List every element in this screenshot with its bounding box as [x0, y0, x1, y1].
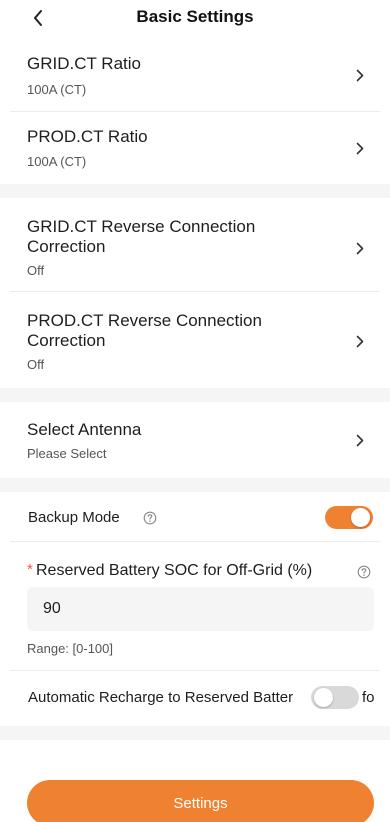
required-mark: *: [27, 561, 33, 578]
auto-recharge-label: Automatic Recharge to Reserved Batter: [28, 689, 294, 706]
grid-ct-reverse-correction-row[interactable]: GRID.CT Reverse Connection Correction Of…: [0, 198, 390, 292]
prod-ct-ratio-value: 100A (CT): [27, 154, 87, 169]
soc-range-hint: Range: [0-100]: [27, 641, 114, 656]
select-antenna-row[interactable]: Select Antenna Please Select: [0, 402, 390, 476]
grid-ct-ratio-row[interactable]: GRID.CT Ratio 100A (CT): [0, 42, 390, 112]
grid-ct-ratio-label: GRID.CT Ratio: [27, 54, 141, 73]
chevron-right-icon: [353, 241, 367, 255]
chevron-right-icon: [353, 141, 367, 155]
toggle-knob: [314, 688, 333, 707]
select-antenna-value: Please Select: [27, 446, 107, 461]
auto-recharge-overflow-text: fo: [362, 689, 375, 706]
section-divider: [0, 184, 390, 198]
grid-ct-reverse-label-line1: GRID.CT Reverse Connection: [27, 217, 256, 236]
page-title: Basic Settings: [136, 7, 254, 26]
section-divider: [0, 478, 390, 492]
top-bar: Basic Settings: [0, 0, 390, 36]
settings-button[interactable]: Settings: [27, 780, 374, 822]
prod-ct-reverse-label-line1: PROD.CT Reverse Connection: [27, 311, 262, 330]
chevron-right-icon: [353, 68, 367, 82]
auto-recharge-toggle[interactable]: [311, 686, 359, 709]
reserved-soc-input[interactable]: [27, 587, 374, 631]
prod-ct-reverse-correction-row[interactable]: PROD.CT Reverse Connection Correction Of…: [0, 292, 390, 386]
help-icon[interactable]: [357, 565, 371, 579]
prod-ct-reverse-label-line2: Correction: [27, 331, 106, 350]
help-icon[interactable]: [143, 511, 157, 525]
divider: [10, 670, 380, 671]
backup-mode-toggle[interactable]: [325, 506, 373, 529]
grid-ct-reverse-value: Off: [27, 263, 45, 278]
select-antenna-label: Select Antenna: [27, 420, 142, 439]
prod-ct-ratio-row[interactable]: PROD.CT Ratio 100A (CT): [0, 112, 390, 182]
divider: [10, 541, 380, 542]
chevron-right-icon: [353, 334, 367, 348]
section-divider: [0, 388, 390, 402]
backup-mode-label: Backup Mode: [28, 509, 120, 526]
toggle-knob: [351, 508, 370, 527]
prod-ct-reverse-value: Off: [27, 357, 45, 372]
reserved-soc-label: Reserved Battery SOC for Off-Grid (%): [36, 562, 313, 579]
chevron-right-icon: [353, 433, 367, 447]
prod-ct-ratio-label: PROD.CT Ratio: [27, 127, 148, 146]
grid-ct-ratio-value: 100A (CT): [27, 82, 87, 97]
grid-ct-reverse-label-line2: Correction: [27, 237, 106, 256]
section-divider: [0, 726, 390, 740]
